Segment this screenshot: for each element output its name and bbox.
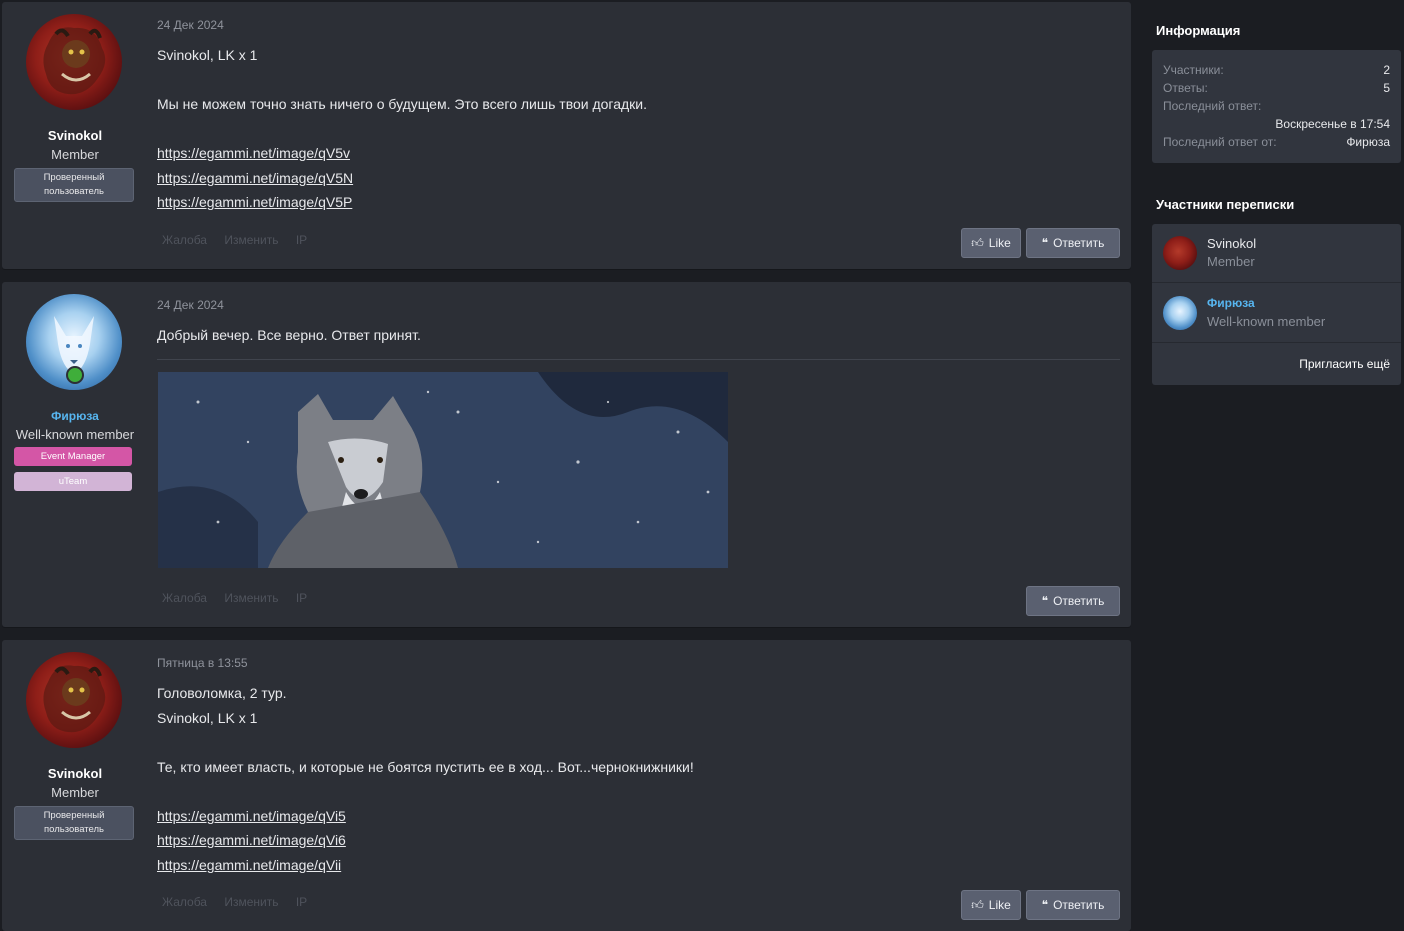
quote-icon: ❝ [1041, 594, 1049, 608]
invite-more-button[interactable]: Пригласить ещё [1299, 357, 1390, 371]
image-link[interactable]: https://egammi.net/image/qV5v [157, 145, 350, 161]
post-text-line: Svinokol, LK x 1 [157, 47, 258, 63]
reply-button[interactable]: ❝ Ответить [1026, 890, 1120, 920]
event-manager-badge: Event Manager [14, 447, 132, 466]
avatar[interactable] [26, 652, 122, 748]
edit-link[interactable]: Изменить [224, 591, 278, 605]
post-actions: Жалоба Изменить IP [162, 591, 321, 605]
post-text-line: Те, кто имеет власть, и которые не боятс… [157, 759, 694, 775]
ip-link[interactable]: IP [296, 233, 307, 247]
thumbs-up-icon: 👍︎ [971, 898, 984, 912]
avatar[interactable] [26, 14, 122, 110]
member-name[interactable]: Svinokol [1207, 236, 1256, 251]
image-link[interactable]: https://egammi.net/image/qV5P [157, 194, 352, 210]
report-link[interactable]: Жалоба [162, 895, 207, 909]
verified-user-badge: Проверенный пользователь [14, 168, 134, 202]
thumbs-up-icon: 👍︎ [971, 236, 984, 250]
avatar[interactable] [1163, 236, 1197, 270]
avatar-creature-icon [43, 27, 106, 95]
post-date[interactable]: 24 Дек 2024 [157, 298, 224, 312]
like-button[interactable]: 👍︎ Like [961, 228, 1021, 258]
wolf-in-snow-image[interactable] [158, 372, 728, 568]
replies-row: Ответы: 5 [1163, 81, 1390, 95]
thread-info-panel: Участники: 2 Ответы: 5 Последний ответ: … [1152, 50, 1401, 163]
ip-link[interactable]: IP [296, 591, 307, 605]
like-button[interactable]: 👍︎ Like [961, 890, 1021, 920]
online-status-icon [66, 366, 84, 384]
last-reply-date[interactable]: Воскресенье в 17:54 [1275, 117, 1390, 131]
verified-user-badge: Проверенный пользователь [14, 806, 134, 840]
avatar-creature-icon [43, 665, 106, 733]
report-link[interactable]: Жалоба [162, 591, 207, 605]
members-block-title: Участники переписки [1156, 197, 1295, 212]
post: Svinokol Member Проверенный пользователь… [2, 2, 1131, 269]
last-reply-row: Последний ответ: [1163, 99, 1262, 113]
user-title: Member [51, 785, 99, 800]
reply-button[interactable]: ❝ Ответить [1026, 228, 1120, 258]
member-item[interactable]: Svinokol Member [1152, 224, 1401, 283]
wolf-image-art [158, 372, 728, 568]
reply-button[interactable]: ❝ Ответить [1026, 586, 1120, 616]
user-title: Member [51, 147, 99, 162]
last-reply-by-row: Последний ответ от: Фирюза [1163, 135, 1390, 149]
image-link[interactable]: https://egammi.net/image/qVi5 [157, 808, 346, 824]
username[interactable]: Svinokol [2, 766, 148, 781]
last-reply-user[interactable]: Фирюза [1346, 135, 1390, 149]
thread-members-panel: Svinokol Member Фирюза Well-known member… [1152, 224, 1401, 385]
quote-icon: ❝ [1041, 236, 1049, 250]
member-name[interactable]: Фирюза [1207, 296, 1255, 310]
info-block-title: Информация [1156, 23, 1241, 38]
edit-link[interactable]: Изменить [224, 895, 278, 909]
uteam-badge: uTeam [14, 472, 132, 491]
avatar[interactable] [1163, 296, 1197, 330]
post-actions: Жалоба Изменить IP [162, 895, 321, 909]
divider [157, 359, 1120, 360]
post-actions: Жалоба Изменить IP [162, 233, 321, 247]
member-item[interactable]: Фирюза Well-known member [1152, 284, 1401, 343]
report-link[interactable]: Жалоба [162, 233, 207, 247]
post-text-line: Svinokol, LK x 1 [157, 710, 258, 726]
post: Фирюза Well-known member Event Manager u… [2, 282, 1131, 627]
participants-row: Участники: 2 [1163, 63, 1390, 77]
edit-link[interactable]: Изменить [224, 233, 278, 247]
username[interactable]: Фирюза [2, 409, 148, 423]
quote-icon: ❝ [1041, 898, 1049, 912]
image-link[interactable]: https://egammi.net/image/qV5N [157, 170, 353, 186]
post-text-line: Головоломка, 2 тур. [157, 685, 287, 701]
post: Svinokol Member Проверенный пользователь… [2, 640, 1131, 931]
ip-link[interactable]: IP [296, 895, 307, 909]
member-title: Member [1207, 254, 1255, 269]
image-link[interactable]: https://egammi.net/image/qVii [157, 857, 341, 873]
post-text-line: Добрый вечер. Все верно. Ответ принят. [157, 327, 421, 343]
post-date[interactable]: Пятница в 13:55 [157, 656, 248, 670]
member-title: Well-known member [1207, 314, 1326, 329]
image-link[interactable]: https://egammi.net/image/qVi6 [157, 832, 346, 848]
post-date[interactable]: 24 Дек 2024 [157, 18, 224, 32]
user-title: Well-known member [15, 427, 135, 442]
post-text-line: Мы не можем точно знать ничего о будущем… [157, 96, 648, 112]
username[interactable]: Svinokol [2, 128, 148, 143]
